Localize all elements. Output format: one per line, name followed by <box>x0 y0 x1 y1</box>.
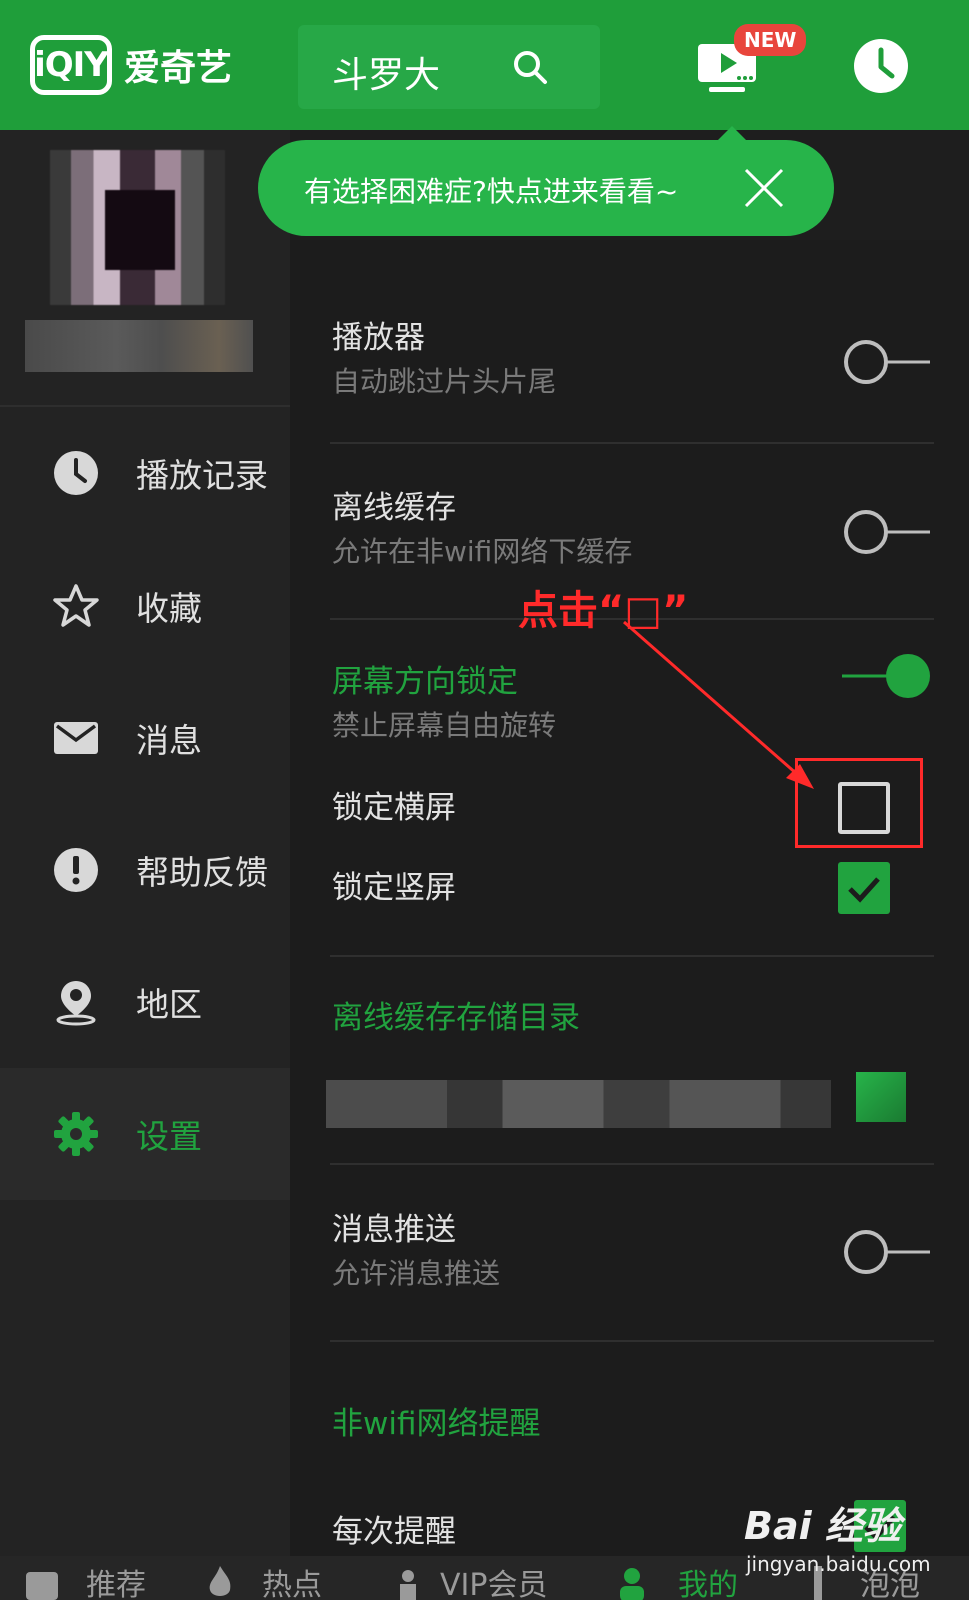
clock-icon <box>54 451 98 495</box>
watermark: Bai 经验 jingyan.baidu.com <box>744 1495 931 1576</box>
sidebar-item-label: 地区 <box>136 985 202 1024</box>
setting-push-subtitle: 允许消息推送 <box>332 1257 501 1290</box>
sidebar-item-settings[interactable]: 设置 <box>0 1068 290 1200</box>
sidebar-item-messages[interactable]: 消息 <box>0 672 290 804</box>
exclamation-icon <box>54 848 98 892</box>
mail-icon <box>54 722 98 754</box>
setting-player-subtitle: 自动跳过片头片尾 <box>332 365 557 398</box>
logo-mark: iQIY <box>30 35 112 95</box>
divider <box>330 1340 934 1342</box>
setting-offline-cache-subtitle: 允许在非wifi网络下缓存 <box>332 535 633 568</box>
location-icon <box>56 981 96 1026</box>
sidebar-item-feedback[interactable]: 帮助反馈 <box>0 804 290 936</box>
annotation-highlight-box <box>795 758 923 848</box>
watermark-brand: Bai 经验 <box>744 1504 901 1548</box>
watermark-url: jingyan.baidu.com <box>746 1552 931 1576</box>
setting-every-time-title: 每次提醒 <box>332 1514 456 1550</box>
gear-icon <box>54 1112 98 1156</box>
sidebar-item-region[interactable]: 地区 <box>0 936 290 1068</box>
setting-lock-portrait-title: 锁定竖屏 <box>332 870 456 906</box>
setting-storage-dir-title: 离线缓存存储目录 <box>332 1000 580 1036</box>
player-skip-toggle[interactable] <box>840 338 932 386</box>
flame-icon[interactable] <box>200 1562 240 1600</box>
tab-recommend[interactable]: 推荐 <box>86 1560 146 1600</box>
screen-lock-toggle[interactable] <box>840 652 932 700</box>
sidebar-item-label: 消息 <box>136 721 202 760</box>
logo-text: 爱奇艺 <box>124 48 233 89</box>
storage-path-blurred[interactable] <box>326 1080 831 1128</box>
setting-offline-cache-title: 离线缓存 <box>332 490 456 526</box>
push-toggle[interactable] <box>840 1228 932 1276</box>
tooltip-text: 有选择困难症?快点进来看看~ <box>304 175 679 208</box>
sidebar-item-label: 播放记录 <box>136 456 268 495</box>
sidebar-item-label: 设置 <box>136 1117 202 1156</box>
setting-screen-lock-subtitle: 禁止屏幕自由旋转 <box>332 709 557 742</box>
sidebar-item-label: 收藏 <box>136 589 202 628</box>
close-icon[interactable] <box>742 166 786 210</box>
tab-vip[interactable]: VIP会员 <box>440 1560 547 1600</box>
username-blurred <box>25 320 253 372</box>
new-badge: NEW <box>734 24 807 56</box>
sidebar-item-label: 帮助反馈 <box>136 853 268 892</box>
setting-screen-lock-title: 屏幕方向锁定 <box>332 664 518 700</box>
app-logo[interactable]: iQIY 爱奇艺 <box>30 34 232 96</box>
history-clock-icon[interactable] <box>852 37 910 95</box>
tab-mine[interactable]: 我的 <box>678 1560 738 1600</box>
lock-portrait-checkbox[interactable] <box>838 862 890 914</box>
search-input[interactable]: 斗罗大 <box>332 46 440 98</box>
avatar[interactable] <box>50 150 225 305</box>
recommend-tooltip[interactable]: 有选择困难症?快点进来看看~ <box>258 126 834 236</box>
divider <box>330 1163 934 1165</box>
setting-player-title: 播放器 <box>332 320 425 356</box>
top-bar: iQIY 爱奇艺 斗罗大 NEW <box>0 0 969 130</box>
sidebar-item-history[interactable]: 播放记录 <box>0 407 290 539</box>
tab-hot[interactable]: 热点 <box>262 1560 322 1600</box>
annotation-text: 点击“□” <box>518 588 689 634</box>
divider <box>330 442 934 444</box>
vip-icon[interactable] <box>388 1562 428 1600</box>
folder-icon[interactable] <box>856 1072 906 1122</box>
search-icon[interactable] <box>510 47 550 87</box>
divider <box>330 955 934 957</box>
user-icon[interactable] <box>612 1562 652 1600</box>
setting-non-wifi-title: 非wifi网络提醒 <box>332 1406 541 1442</box>
search-bar[interactable]: 斗罗大 <box>298 25 600 109</box>
sidebar-item-favorites[interactable]: 收藏 <box>0 540 290 672</box>
sidebar: 播放记录 收藏 消息 帮助反馈 地区 设置 <box>0 130 290 1570</box>
setting-lock-landscape-title: 锁定横屏 <box>332 790 456 826</box>
setting-push-title: 消息推送 <box>332 1212 456 1248</box>
home-icon[interactable] <box>22 1562 62 1600</box>
offline-cache-toggle[interactable] <box>840 508 932 556</box>
star-icon <box>53 584 99 627</box>
